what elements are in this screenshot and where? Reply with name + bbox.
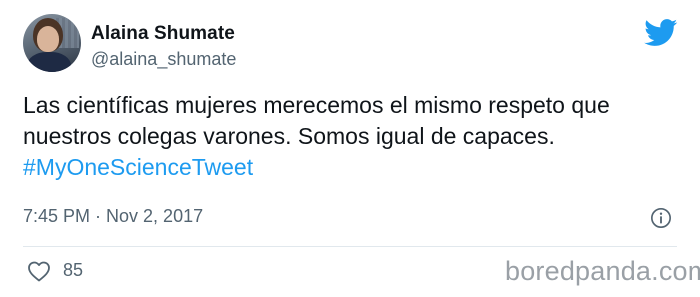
divider [23, 246, 677, 247]
info-icon[interactable] [650, 207, 672, 229]
author-display-name[interactable]: Alaina Shumate [91, 23, 235, 45]
heart-icon[interactable] [27, 260, 51, 282]
hashtag-link[interactable]: #MyOneScienceTweet [23, 152, 683, 183]
watermark: boredpanda.com [505, 256, 700, 286]
tweet-text-line: nuestros colegas varones. Somos igual de… [23, 123, 555, 149]
like-count: 85 [63, 260, 84, 280]
avatar-body [27, 52, 71, 72]
avatar[interactable] [23, 14, 81, 72]
tweet-timestamp[interactable]: 7:45 PM · Nov 2, 2017 [23, 206, 203, 227]
avatar-face [37, 26, 59, 52]
tweet-text-line: Las científicas mujeres merecemos el mis… [23, 92, 610, 118]
tweet-text: Las científicas mujeres merecemos el mis… [23, 90, 683, 183]
author-handle[interactable]: @alaina_shumate [91, 49, 236, 70]
twitter-bird-icon[interactable] [644, 19, 678, 47]
